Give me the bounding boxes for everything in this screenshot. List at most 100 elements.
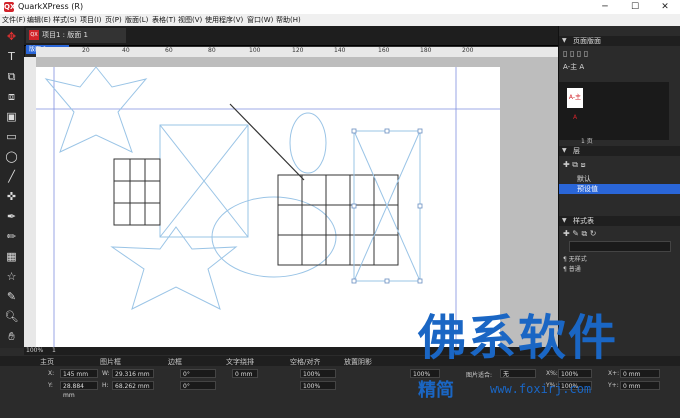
document-tab[interactable]: QX 项目1 : 版面 1 xyxy=(26,28,126,43)
layer-row[interactable]: 默认 xyxy=(559,174,680,184)
watermark-url: www.foxirj.com xyxy=(490,382,592,396)
select-point-tool-icon[interactable]: ✜ xyxy=(3,188,20,205)
link-tool-icon[interactable]: ⧉ xyxy=(3,68,20,85)
stylesheets-panel-header[interactable]: 样式表 xyxy=(559,216,680,226)
menu-page[interactable]: 页(P) xyxy=(105,15,122,25)
menu-edit[interactable]: 编辑(E) xyxy=(27,15,51,25)
x-position-input[interactable]: 145 mm xyxy=(60,369,98,378)
maximize-button[interactable]: ☐ xyxy=(620,0,650,14)
x-scale-input[interactable]: 100% xyxy=(558,369,592,378)
page-thumbnail-area: A-主 A xyxy=(559,82,669,140)
stylesheet-name: 无样式 xyxy=(568,256,587,263)
layer-name: 默认 xyxy=(577,175,591,183)
oval-box-tool-icon[interactable]: ◯ xyxy=(3,148,20,165)
picture-fit-label: 图片适合: xyxy=(466,372,493,379)
document-tab-label: 项目1 : 版面 1 xyxy=(42,31,88,39)
y-position-input[interactable]: 28.884 mm xyxy=(60,381,98,399)
line-tool-icon[interactable]: ╱ xyxy=(3,168,20,185)
close-button[interactable]: ✕ xyxy=(650,0,680,14)
picture-fit-select[interactable]: 无 xyxy=(500,369,536,378)
y-offset-label: Y+: xyxy=(608,382,619,389)
page-tools[interactable]: ▯ ▯ ▯ ▯ xyxy=(563,49,588,58)
ruler-tick-label: 60 xyxy=(165,47,173,54)
vertical-ruler xyxy=(24,57,36,347)
layers-panel-header[interactable]: 层 xyxy=(559,146,680,156)
pages-panel-title: 页面版面 xyxy=(573,37,601,45)
zoom-level[interactable]: 100% xyxy=(26,347,43,354)
ruler-tick-label: 80 xyxy=(208,47,216,54)
layer-name: 预设值 xyxy=(577,185,598,193)
pen-tool-icon[interactable]: ✒ xyxy=(3,208,20,225)
skew-input[interactable]: 0° xyxy=(180,381,216,390)
stylesheets-panel-title: 样式表 xyxy=(573,217,594,225)
menu-help[interactable]: 帮助(H) xyxy=(276,15,301,25)
ruler-tick-label: 140 xyxy=(334,47,346,54)
stylesheet-name: 普通 xyxy=(568,266,581,273)
rectangle-box-tool-icon[interactable]: ▭ xyxy=(3,128,20,145)
minimize-button[interactable]: ─ xyxy=(590,0,620,14)
stylesheet-search-input[interactable] xyxy=(569,241,671,252)
ruler-tick-label: 100 xyxy=(249,47,261,54)
pan-tool-icon[interactable]: ✋︎ xyxy=(3,328,20,345)
text-tool-icon[interactable]: T xyxy=(3,48,20,65)
ruler-tick-label: 200 xyxy=(462,47,474,54)
layers-panel-title: 层 xyxy=(573,147,580,155)
unlink-tool-icon[interactable]: ⧈ xyxy=(3,88,20,105)
menu-file[interactable]: 文件(F) xyxy=(2,15,26,25)
menu-item[interactable]: 项目(I) xyxy=(80,15,102,25)
width-input[interactable]: 29.316 mm xyxy=(112,369,154,378)
quark-document-icon: QX xyxy=(29,30,39,40)
menu-bar: 文件(F) 编辑(E) 样式(S) 项目(I) 页(P) 版面(L) 表格(T)… xyxy=(0,14,680,26)
stylesheet-item[interactable]: ¶ 普通 xyxy=(563,264,581,273)
x-offset-label: X+: xyxy=(608,370,620,377)
menu-window[interactable]: 窗口(W) xyxy=(247,15,273,25)
stylesheet-tools[interactable]: ✚ ✎ ⧉ ↻ xyxy=(563,229,596,239)
menu-utilities[interactable]: 使用程序(V) xyxy=(205,15,243,25)
page-thumbnail[interactable]: A-主 A xyxy=(567,88,583,121)
menu-layout[interactable]: 版面(L) xyxy=(125,15,148,25)
height-input[interactable]: 68.262 mm xyxy=(112,381,154,390)
corner-radius-input[interactable]: 0 mm xyxy=(232,369,258,378)
ruler-tick-label: 180 xyxy=(420,47,432,54)
ruler-tick-label: 20 xyxy=(82,47,90,54)
eyedropper-tool-icon[interactable]: ✎ xyxy=(3,288,20,305)
opacity-input-1[interactable]: 100% xyxy=(300,369,336,378)
zoom-tool-icon[interactable]: 🔍︎ xyxy=(3,308,20,325)
x-offset-input[interactable]: 0 mm xyxy=(620,369,660,378)
h-label: H: xyxy=(102,382,109,389)
w-label: W: xyxy=(102,370,110,377)
horizontal-ruler: 20 40 60 80 100 120 140 160 180 200 xyxy=(36,47,558,57)
ruler-tick-label: 160 xyxy=(378,47,390,54)
menu-style[interactable]: 样式(S) xyxy=(53,15,77,25)
menu-table[interactable]: 表格(T) xyxy=(152,15,176,25)
document-tab-bar: QX 项目1 : 版面 1 xyxy=(24,26,558,46)
stylesheet-item[interactable]: ¶ 无样式 xyxy=(563,254,587,263)
x-scale-label: X%: xyxy=(546,370,558,377)
opacity-input-2[interactable]: 100% xyxy=(300,381,336,390)
master-letter: A-主 A xyxy=(568,94,582,121)
page-number[interactable]: 1 xyxy=(52,347,56,354)
layer-tools[interactable]: ✚ ⧉ ⧈ xyxy=(563,160,586,170)
toolbox: ✥ T ⧉ ⧈ ▣ ▭ ◯ ╱ ✜ ✒ ✏ ▦ ☆ ✎ 🔍︎ ✋︎ xyxy=(0,26,25,348)
watermark-text: 佛系软件 xyxy=(418,310,619,366)
app-title: QuarkXPress (R) xyxy=(18,2,84,11)
x-label: X: xyxy=(48,370,55,377)
y-label: Y: xyxy=(48,382,53,389)
ruler-tick-label: 120 xyxy=(292,47,304,54)
pages-panel-header[interactable]: 页面版面 xyxy=(559,36,680,46)
table-tool-icon[interactable]: ▦ xyxy=(3,248,20,265)
watermark-small: 精简 xyxy=(418,380,454,401)
y-offset-input[interactable]: 0 mm xyxy=(620,381,660,390)
master-page-item[interactable]: A-主 A xyxy=(563,62,584,72)
title-bar: QX QuarkXPress (R) ─ ☐ ✕ xyxy=(0,0,680,14)
scissors-tool-icon[interactable]: ✏ xyxy=(3,228,20,245)
app-logo-icon: QX xyxy=(4,2,16,12)
layer-row-selected[interactable]: 预设值 xyxy=(559,184,680,194)
ruler-tick-label: 40 xyxy=(122,47,130,54)
picture-content-tool-icon[interactable]: ▣ xyxy=(3,108,20,125)
starburst-tool-icon[interactable]: ☆ xyxy=(3,268,20,285)
move-tool-icon[interactable]: ✥ xyxy=(3,28,20,45)
rotation-input[interactable]: 0° xyxy=(180,369,216,378)
menu-view[interactable]: 视图(V) xyxy=(178,15,202,25)
page-count: 1 页 xyxy=(581,138,593,145)
